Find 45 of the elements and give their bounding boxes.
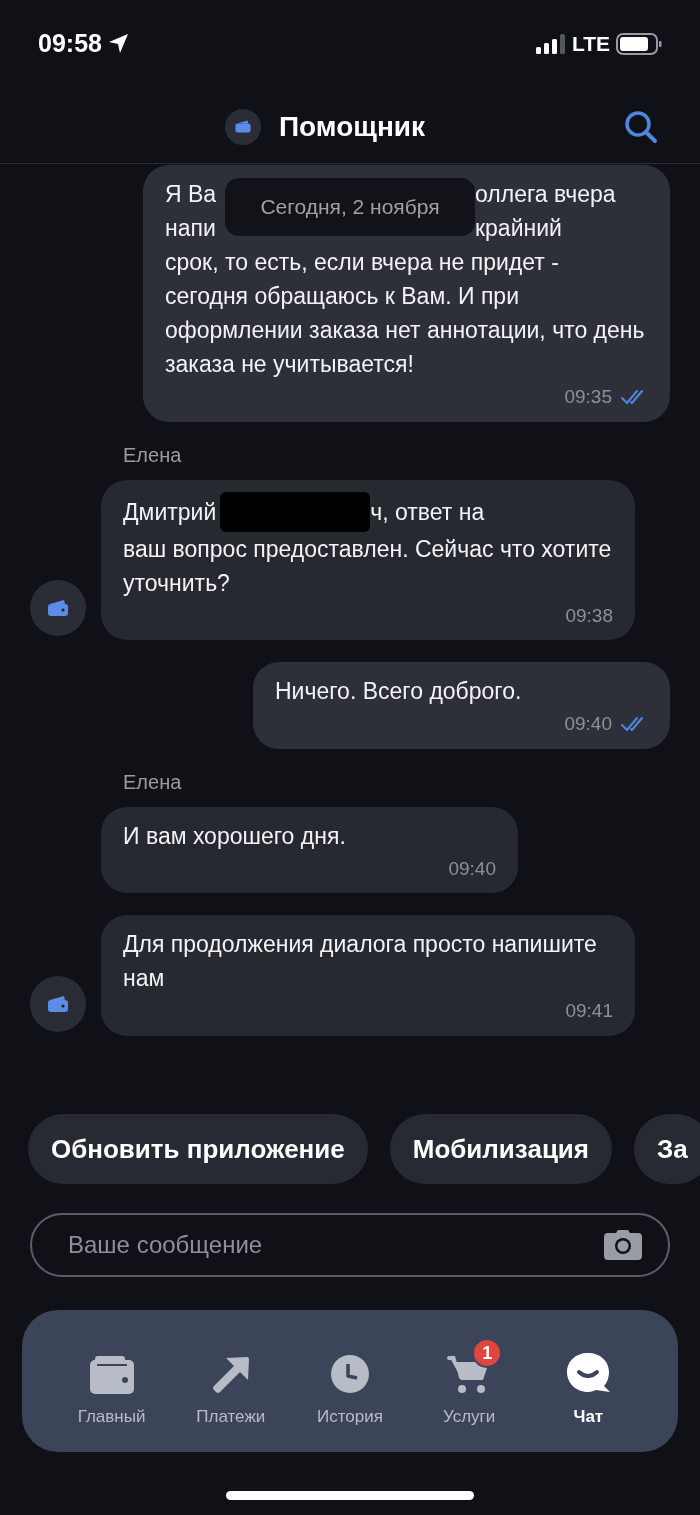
search-button[interactable] [624,110,658,144]
battery-icon [616,33,662,55]
message-text: Я Ва [165,180,217,209]
quick-reply-chip[interactable]: За [634,1114,700,1184]
wallet-icon [46,598,70,618]
sender-name: Елена [123,769,182,795]
tab-item[interactable]: Услуги 1 [414,1338,525,1430]
chat-icon [566,1352,611,1395]
message-text: оллега вчера [475,180,616,209]
notification-badge: 1 [472,1338,503,1369]
tab-item[interactable]: Чат [533,1338,644,1430]
message-time: 09:40 [448,856,496,881]
diagonal-arrow-icon [211,1356,250,1395]
chat-title: Помощник [278,109,426,144]
message-time: 09:38 [565,603,613,628]
camera-icon[interactable] [604,1230,642,1260]
message-text: Для продолжения диалога просто напишите нам [123,930,598,993]
tab-item[interactable]: Платежи [175,1338,286,1430]
quick-reply-chip[interactable]: Мобилизация [389,1114,613,1184]
message-text: срок, то есть, если вчера не придет - сегодня обращаюсь к Вам. И при оформлении заказа нет аннотации, что день заказа не учитывается! [165,248,646,379]
message-text: ваш вопрос предоставлен. Сейчас что хотите уточнить? [123,534,613,598]
message-text: Ничего. Всего доброго. [275,677,523,706]
clock-icon [329,1354,370,1395]
wallet-icon [88,1356,135,1395]
message-time: 09:40 [564,712,612,736]
tab-item[interactable]: История [294,1338,405,1430]
message-text: И вам хорошего дня. [123,821,347,851]
message-text: Дмитрий [123,497,217,527]
signal-icon [535,34,566,54]
message-time: 09:41 [565,999,613,1023]
message-text: крайний [475,214,562,243]
network-label: LTE [571,31,610,58]
tab-item[interactable]: Главный [56,1338,167,1430]
message-text: ч, ответ на [370,497,485,527]
message-time: 09:35 [564,385,612,409]
quick-reply-chip[interactable]: Обновить приложение [28,1114,368,1184]
location-arrow-icon [107,33,130,55]
message-text: напи [165,214,216,243]
wallet-icon [46,993,70,1014]
message-input[interactable]: Ваше сообщение [30,1213,670,1277]
search-icon [624,110,658,144]
clock-time: 09:58 [38,28,102,60]
sender-name: Елена [123,442,182,468]
date-pill: Сегодня, 2 ноября [225,178,475,236]
assistant-logo [224,108,261,145]
